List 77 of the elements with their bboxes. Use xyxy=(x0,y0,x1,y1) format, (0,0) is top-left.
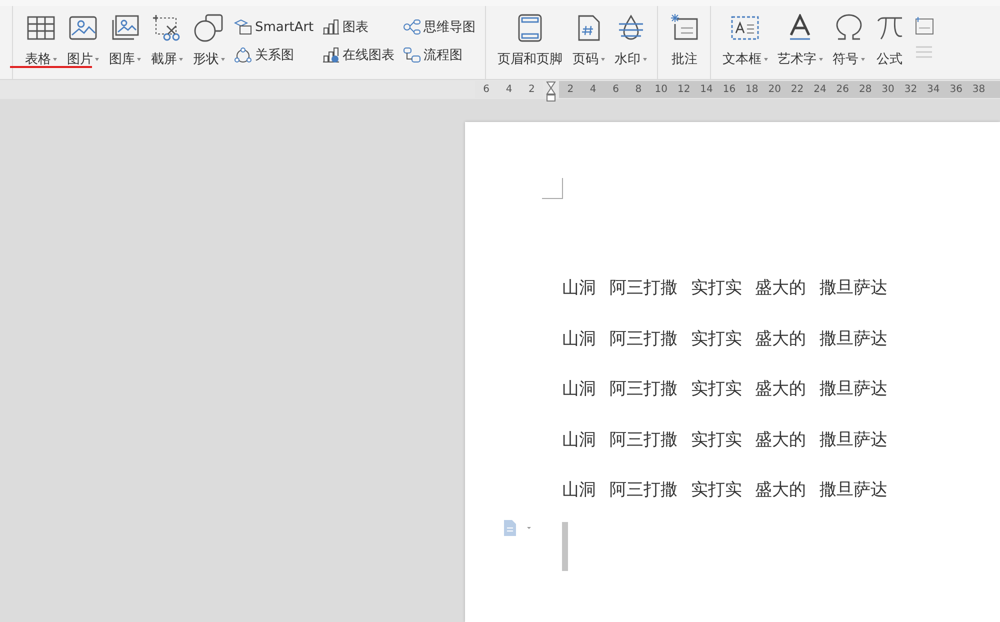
omega-icon xyxy=(834,14,863,42)
toolbar-button[interactable]: 符号 xyxy=(828,12,869,70)
toolbar-button[interactable]: 艺术字 xyxy=(774,12,827,70)
ruler-label: 20 xyxy=(767,84,782,95)
toolbar-button[interactable]: 形状 xyxy=(189,12,229,70)
ruler-label: 10 xyxy=(654,84,669,95)
ruler-label: 4 xyxy=(504,84,514,95)
caret-icon xyxy=(53,58,57,60)
caret-icon xyxy=(860,58,865,60)
paragraph: 山洞 阿三打撒 实打实 盛大的 撒旦萨达 xyxy=(562,479,889,502)
caret-icon xyxy=(179,58,183,60)
ruler-label: 32 xyxy=(903,84,918,95)
ruler-label: 2 xyxy=(566,84,575,95)
ruler-label: 16 xyxy=(722,84,737,95)
shapes-icon xyxy=(194,14,224,42)
toolbar-button[interactable]: 图片 xyxy=(63,12,103,70)
toolbar-button[interactable]: 截屏 xyxy=(147,12,187,70)
text-box-icon xyxy=(731,16,760,40)
toolbar-item[interactable]: 图表 xyxy=(322,16,395,38)
number-icon[interactable] xyxy=(914,16,934,36)
caret-icon xyxy=(137,58,141,60)
toolbar-button[interactable]: 水印 xyxy=(610,12,651,70)
ruler-label: 36 xyxy=(948,84,964,95)
ruler-label: 26 xyxy=(835,84,850,95)
toolbar-button[interactable]: 图库 xyxy=(105,12,145,70)
toolbar-button[interactable]: 页码 xyxy=(568,12,609,70)
indent-marker[interactable] xyxy=(546,80,556,102)
ruler-label: 2 xyxy=(528,84,536,95)
caret-icon xyxy=(600,58,605,60)
ruler-label: 14 xyxy=(699,84,714,95)
comment-icon xyxy=(670,14,699,42)
ruler-label: 28 xyxy=(858,84,873,95)
smartart-icon xyxy=(234,19,252,35)
caret-icon xyxy=(642,58,647,60)
ruler-label: 24 xyxy=(812,84,828,95)
table-icon xyxy=(27,16,55,40)
margin-corner-mark xyxy=(542,178,563,199)
paragraph: 山洞 阿三打撒 实打实 盛大的 撒旦萨达 xyxy=(562,378,889,401)
ruler-label: 6 xyxy=(612,84,620,95)
screenshot-icon xyxy=(153,15,181,41)
header-footer-icon xyxy=(518,14,542,42)
ruler-label: 6 xyxy=(482,84,491,95)
ruler-label: 4 xyxy=(588,84,598,95)
caret-icon xyxy=(764,58,768,60)
caret-icon xyxy=(221,58,225,60)
text-cursor xyxy=(562,522,568,570)
chart-icon xyxy=(322,19,340,35)
image-icon xyxy=(69,16,97,40)
relation-icon xyxy=(234,47,252,63)
toolbar-button[interactable]: 页眉和页脚 xyxy=(494,12,567,70)
ruler-label: 8 xyxy=(634,84,643,95)
ruler-label: 34 xyxy=(926,84,941,95)
ruler-label: 30 xyxy=(880,84,896,95)
toolbar-button[interactable]: 文本框 xyxy=(718,12,772,70)
toolbar-item[interactable]: 关系图 xyxy=(234,44,314,66)
online-chart-icon xyxy=(322,47,340,63)
gallery-icon xyxy=(111,15,139,41)
flowchart-icon xyxy=(402,47,421,63)
toolbar-item[interactable]: SmartArt xyxy=(234,16,314,38)
caret-icon xyxy=(95,58,99,60)
toolbar-button[interactable]: 表格 xyxy=(21,12,61,70)
toolbar-item[interactable]: 流程图 xyxy=(402,44,476,66)
ruler-label: 22 xyxy=(790,84,805,95)
ruler-label: 18 xyxy=(744,84,760,95)
toolbar-button[interactable]: 公式 xyxy=(870,12,909,70)
paragraph: 山洞 阿三打撒 实打实 盛大的 撒旦萨达 xyxy=(562,428,889,452)
toolbar-button[interactable]: 批注 xyxy=(666,12,704,70)
watermark-icon xyxy=(616,14,645,42)
mind-map-icon xyxy=(402,19,421,35)
paragraph: 山洞 阿三打撒 实打实 盛大的 撒旦萨达 xyxy=(562,328,889,350)
page-number-icon xyxy=(578,15,600,41)
ruler-label: 12 xyxy=(676,84,692,95)
paragraph: 山洞 阿三打撒 实打实 盛大的 撒旦萨达 xyxy=(562,277,889,300)
toolbar-item[interactable]: 思维导图 xyxy=(402,16,476,38)
toolbar-item[interactable]: 在线图表 xyxy=(322,44,395,66)
caret-icon xyxy=(818,58,823,60)
ruler-label: 38 xyxy=(971,84,986,95)
